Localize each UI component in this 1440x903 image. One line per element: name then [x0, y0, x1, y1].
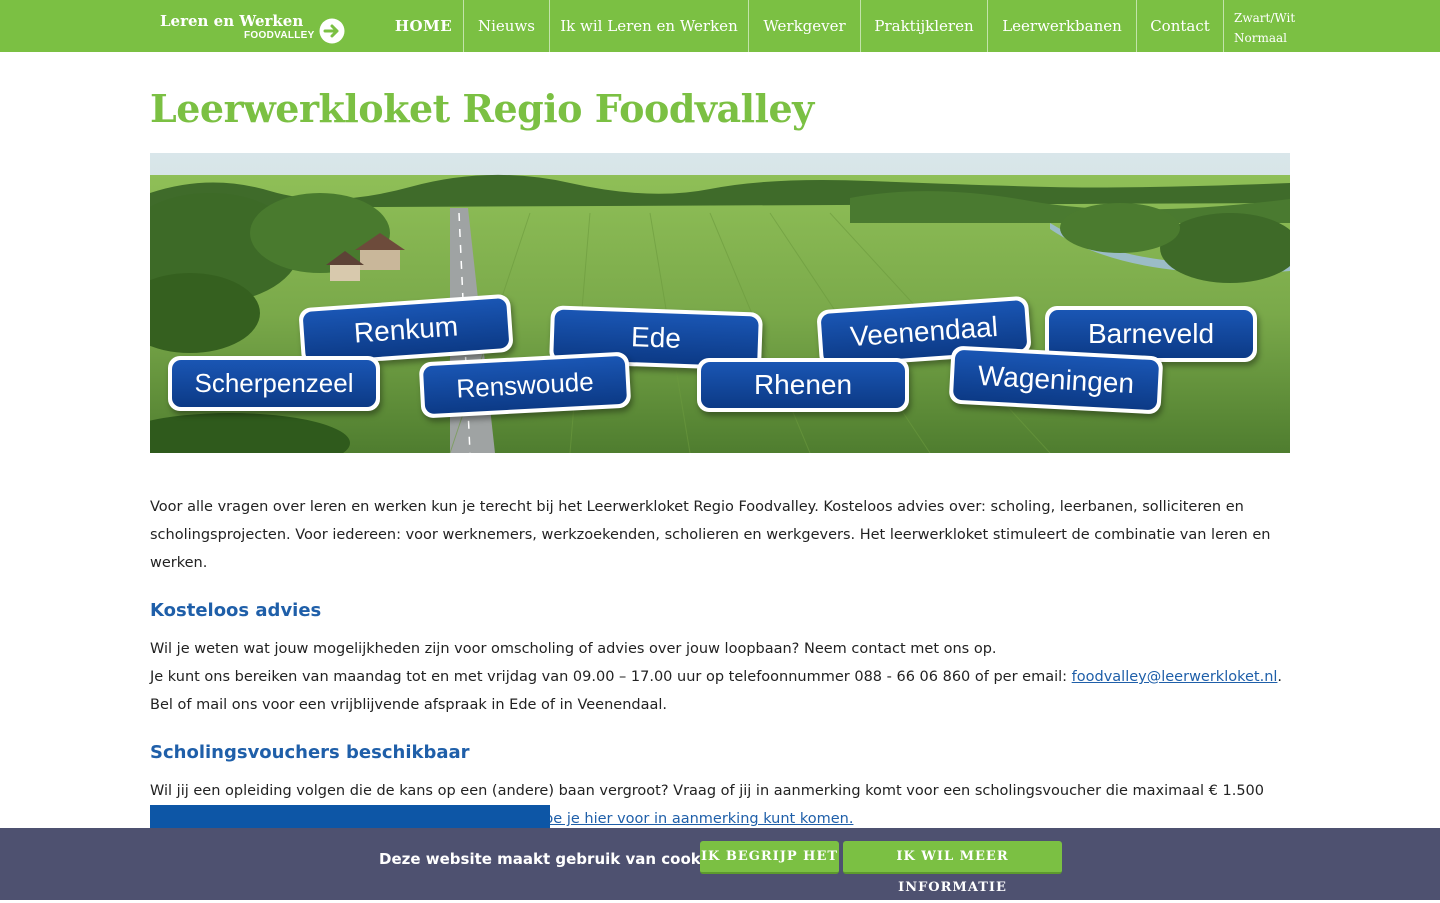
nav-item-leerwerkbanen[interactable]: Leerwerkbanen	[988, 0, 1136, 52]
sign-rhenen: Rhenen	[697, 358, 909, 412]
cookie-more-info-button[interactable]: IK WIL MEER INFORMATIE	[843, 841, 1062, 895]
advies-line-2-text: Je kunt ons bereiken van maandag tot en …	[150, 669, 1072, 685]
email-link[interactable]: foodvalley@leerwerkloket.nl	[1072, 669, 1278, 685]
heading-scholingsvouchers: Scholingsvouchers beschikbaar	[150, 742, 470, 763]
nav-item-praktijkleren[interactable]: Praktijkleren	[861, 0, 987, 52]
sign-wageningen: Wageningen	[948, 345, 1164, 415]
contrast-switcher: Zwart/Wit Normaal	[1234, 8, 1295, 48]
nav-item-werkgever[interactable]: Werkgever	[749, 0, 860, 52]
top-navbar: Leren en Werken FOODVALLEY HOME Nieuws I…	[0, 0, 1440, 52]
contrast-option-black-white[interactable]: Zwart/Wit	[1234, 8, 1295, 28]
contrast-option-normal[interactable]: Normaal	[1234, 28, 1295, 48]
sign-wageningen-label: Wageningen	[977, 359, 1135, 400]
advies-line-3: Bel of mail ons voor een vrijblijvende a…	[150, 697, 668, 713]
sign-rhenen-label: Rhenen	[753, 369, 853, 400]
arrow-right-circle-icon	[319, 18, 345, 44]
cookie-message: Deze website maakt gebruik van cookies	[379, 850, 725, 868]
cookie-consent-bar: Deze website maakt gebruik van cookies I…	[0, 828, 1440, 900]
main-content: Voor alle vragen over leren en werken ku…	[150, 493, 1295, 833]
advies-line-1: Wil je weten wat jouw mogelijkheden zijn…	[150, 641, 997, 657]
logo-title: Leren en Werken	[160, 12, 304, 30]
site-logo[interactable]: Leren en Werken FOODVALLEY	[160, 10, 350, 46]
nav-item-nieuws[interactable]: Nieuws	[464, 0, 549, 52]
sign-scherpenzeel-label: Scherpenzeel	[194, 368, 354, 398]
sign-renswoude: Renswoude	[418, 351, 632, 419]
nav-item-home[interactable]: HOME	[384, 0, 463, 52]
advies-line-2: Je kunt ons bereiken van maandag tot en …	[150, 663, 1295, 691]
nav-divider	[1223, 0, 1224, 52]
intro-paragraph: Voor alle vragen over leren en werken ku…	[150, 499, 1271, 571]
nav-item-contact[interactable]: Contact	[1137, 0, 1223, 52]
advies-line-2-suffix: .	[1277, 669, 1283, 685]
cookie-accept-button[interactable]: IK BEGRIJP HET	[700, 841, 839, 874]
logo-subtitle: FOODVALLEY	[244, 30, 315, 41]
sign-renswoude-label: Renswoude	[455, 365, 595, 404]
sign-scherpenzeel: Scherpenzeel	[168, 356, 380, 411]
hero-image: Renkum Ede Veenendaal Barneveld Scherpen…	[150, 153, 1290, 453]
heading-kosteloos-advies: Kosteloos advies	[150, 600, 322, 621]
nav-item-ik-wil-leren-en-werken[interactable]: Ik wil Leren en Werken	[550, 0, 748, 52]
page-title: Leerwerkloket Regio Foodvalley	[150, 86, 814, 131]
